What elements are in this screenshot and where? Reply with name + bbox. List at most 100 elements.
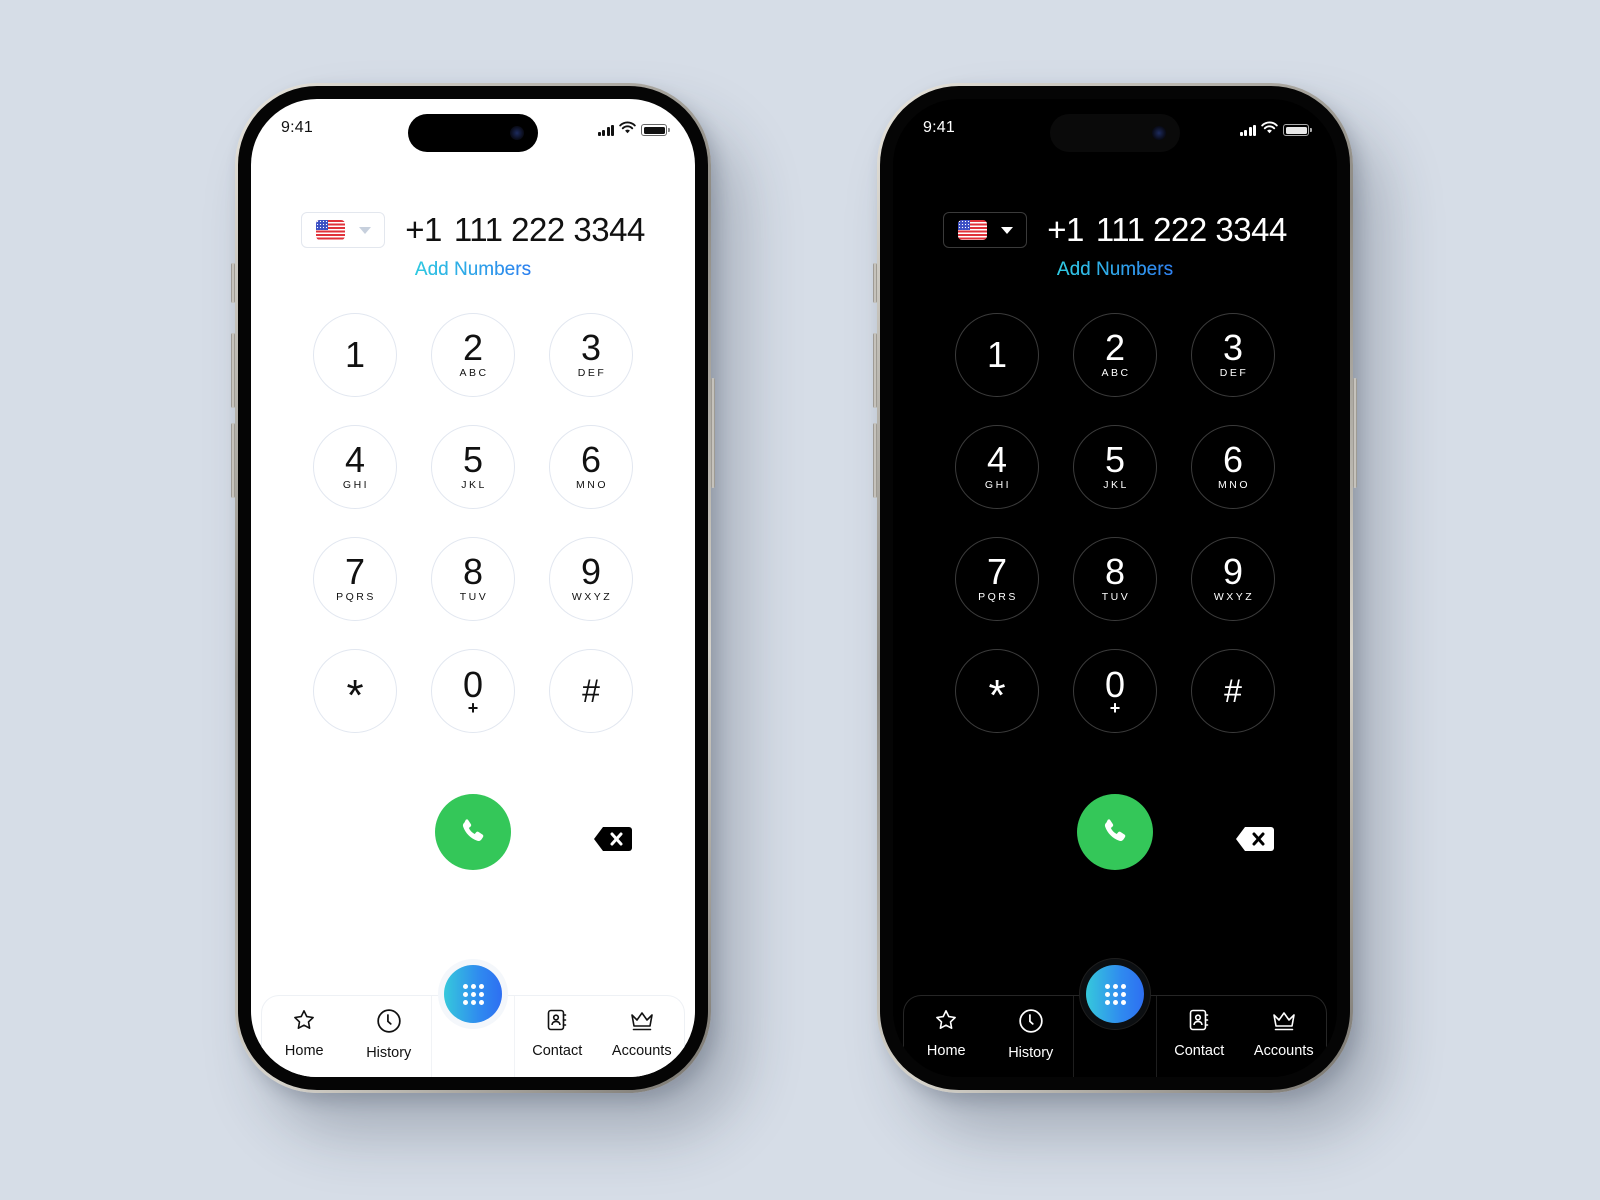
status-icons (597, 121, 670, 139)
key-3[interactable]: 3 DEF (549, 313, 633, 397)
key-digit: 9 (1222, 551, 1244, 592)
tab-history[interactable]: History (991, 1008, 1071, 1061)
phone-dark: 9:41 +1 111 222 3344 Add Numbers 1 2 ABC 3 DE… (873, 83, 1357, 1093)
key-8[interactable]: 8 TUV (1073, 537, 1157, 621)
contact-book-icon (545, 1008, 569, 1037)
status-time: 9:41 (281, 119, 313, 136)
key-digit: 2 (1104, 327, 1126, 368)
key-star[interactable]: * (955, 649, 1039, 733)
key-digit: * (346, 671, 364, 720)
tab-accounts[interactable]: Accounts (602, 1008, 682, 1059)
contact-book-icon (1187, 1008, 1211, 1037)
tab-label: Contact (1174, 1043, 1225, 1059)
key-letters: DEF (1219, 367, 1249, 379)
key-hash[interactable]: # (1191, 649, 1275, 733)
crown-icon (629, 1008, 655, 1037)
country-code-select[interactable] (301, 212, 386, 248)
key-digit: 6 (580, 439, 602, 480)
add-numbers-link[interactable]: Add Numbers (251, 259, 695, 281)
dialer-screen: 9:41 +1 111 222 3344 Add Numbers 1 2 ABC 3 DE… (251, 99, 695, 1077)
key-1[interactable]: 1 (955, 313, 1039, 397)
key-7[interactable]: 7 PQRS (313, 537, 397, 621)
key-star[interactable]: * (313, 649, 397, 733)
key-6[interactable]: 6 MNO (549, 425, 633, 509)
key-letters: + (1109, 698, 1121, 718)
keypad-tab-button[interactable] (1086, 965, 1144, 1023)
tab-group-right: Contact Accounts (515, 996, 684, 1077)
key-digit: 5 (462, 439, 484, 480)
status-time: 9:41 (923, 119, 955, 136)
key-digit: # (1224, 673, 1242, 709)
call-button[interactable] (1077, 794, 1153, 870)
tab-contact[interactable]: Contact (517, 1008, 597, 1059)
tab-group-left: Home History (262, 996, 431, 1077)
key-9[interactable]: 9 WXYZ (1191, 537, 1275, 621)
key-5[interactable]: 5 JKL (1073, 425, 1157, 509)
key-2[interactable]: 2 ABC (1073, 313, 1157, 397)
key-digit: 5 (1104, 439, 1126, 480)
dialer-screen: 9:41 +1 111 222 3344 Add Numbers 1 2 ABC 3 DE… (893, 99, 1337, 1077)
key-8[interactable]: 8 TUV (431, 537, 515, 621)
tab-accounts[interactable]: Accounts (1244, 1008, 1324, 1059)
key-0[interactable]: 0 + (431, 649, 515, 733)
volume-up-button (873, 333, 877, 408)
key-hash[interactable]: # (549, 649, 633, 733)
tab-label: Home (926, 1043, 966, 1059)
key-2[interactable]: 2 ABC (431, 313, 515, 397)
signal-icon (1239, 124, 1256, 136)
country-code: +1 (405, 211, 442, 248)
key-letters: GHI (984, 479, 1012, 491)
crown-icon (1271, 1008, 1297, 1037)
power-button (1353, 378, 1357, 488)
tab-label: History (366, 1045, 412, 1061)
signal-icon (597, 124, 614, 136)
key-digit: 1 (986, 334, 1008, 375)
star-icon (292, 1008, 316, 1037)
backspace-button[interactable] (593, 826, 633, 852)
phone-bezel: 9:41 +1 111 222 3344 Add Numbers 1 2 ABC 3 DE… (880, 86, 1350, 1090)
keypad-tab-button[interactable] (444, 965, 502, 1023)
clock-icon (376, 1008, 402, 1039)
backspace-icon (594, 827, 632, 851)
add-numbers-link[interactable]: Add Numbers (893, 259, 1337, 281)
backspace-button[interactable] (1235, 826, 1275, 852)
key-letters: DEF (577, 367, 607, 379)
tab-home[interactable]: Home (906, 1008, 986, 1059)
key-6[interactable]: 6 MNO (1191, 425, 1275, 509)
key-digit: 0 (462, 664, 484, 705)
phone-icon (1104, 819, 1126, 842)
key-letters: + (467, 698, 479, 718)
wifi-icon (619, 121, 636, 139)
dialed-number: +1 111 222 3344 (1047, 211, 1287, 249)
add-numbers-label: Add Numbers (414, 259, 532, 280)
tab-group-left: Home History (904, 996, 1073, 1077)
key-digit: 3 (1222, 327, 1244, 368)
keypad: 1 2 ABC 3 DEF 4 GHI 5 JKL 6 MNO 7 PQRS 8 TUV 9 WXYZ * 0 + # (313, 313, 633, 733)
volume-down-button (231, 423, 235, 498)
tab-contact[interactable]: Contact (1159, 1008, 1239, 1059)
key-letters: TUV (459, 591, 489, 603)
call-button[interactable] (435, 794, 511, 870)
key-9[interactable]: 9 WXYZ (549, 537, 633, 621)
key-digit: 9 (580, 551, 602, 592)
key-0[interactable]: 0 + (1073, 649, 1157, 733)
key-letters: MNO (576, 479, 608, 491)
key-4[interactable]: 4 GHI (313, 425, 397, 509)
backspace-icon (1236, 827, 1274, 851)
key-digit: # (582, 673, 600, 709)
key-digit: 0 (1104, 664, 1126, 705)
us-flag-icon (315, 220, 345, 240)
key-3[interactable]: 3 DEF (1191, 313, 1275, 397)
dial-pad-icon (462, 983, 484, 1005)
tab-history[interactable]: History (349, 1008, 429, 1061)
key-5[interactable]: 5 JKL (431, 425, 515, 509)
key-1[interactable]: 1 (313, 313, 397, 397)
number-display: +1 111 222 3344 (251, 211, 695, 249)
key-7[interactable]: 7 PQRS (955, 537, 1039, 621)
key-4[interactable]: 4 GHI (955, 425, 1039, 509)
country-code-select[interactable] (943, 212, 1028, 248)
tab-home[interactable]: Home (264, 1008, 344, 1059)
key-digit: 8 (1104, 551, 1126, 592)
number-display: +1 111 222 3344 (893, 211, 1337, 249)
key-letters: JKL (461, 479, 487, 491)
